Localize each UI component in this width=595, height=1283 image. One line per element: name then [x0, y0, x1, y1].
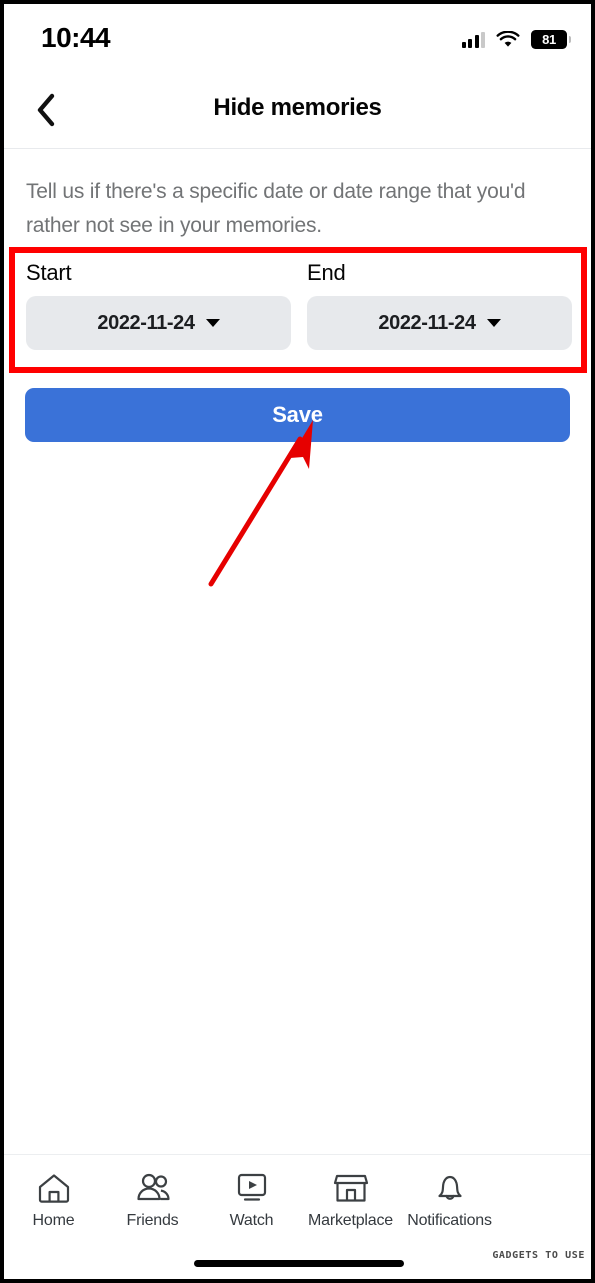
start-date-field[interactable]: 2022-11-24: [26, 296, 291, 350]
friends-icon: [135, 1169, 171, 1207]
status-bar-clock: 10:44: [41, 22, 111, 53]
save-button-label: Save: [272, 402, 323, 427]
nav-item-marketplace[interactable]: Marketplace: [302, 1169, 400, 1230]
save-button[interactable]: Save: [25, 388, 570, 442]
end-date-group: End 2022-11-24: [307, 259, 572, 350]
status-bar: 10:44 81: [4, 4, 591, 68]
cellular-signal-icon: [461, 31, 485, 48]
battery-icon: 81: [531, 30, 571, 49]
wifi-icon: [496, 30, 520, 47]
end-date-label: End: [307, 260, 346, 285]
start-date-label: Start: [26, 260, 72, 285]
back-button[interactable]: [26, 90, 66, 130]
marketplace-storefront-icon: [333, 1169, 369, 1207]
end-date-value: 2022-11-24: [378, 311, 476, 334]
nav-item-label: Home: [32, 1212, 75, 1229]
app-header: Hide memories: [4, 68, 591, 149]
nav-item-label: Watch: [229, 1212, 274, 1229]
date-range-row: Start 2022-11-24 End 2022-11-24: [26, 259, 572, 359]
nav-item-label: Marketplace: [308, 1212, 393, 1229]
end-date-field[interactable]: 2022-11-24: [307, 296, 572, 350]
watch-play-icon: [234, 1169, 270, 1207]
start-date-value: 2022-11-24: [97, 311, 195, 334]
bell-icon: [433, 1169, 467, 1207]
nav-item-friends[interactable]: Friends: [104, 1169, 202, 1230]
home-icon: [37, 1169, 71, 1207]
phone-screen: 10:44 81 Hide memories Tell us if there'…: [4, 4, 591, 1279]
home-indicator: [194, 1260, 404, 1267]
bottom-nav-items: Home Friends Watch Marketplace Notificat…: [4, 1169, 499, 1243]
nav-item-home[interactable]: Home: [5, 1169, 103, 1230]
nav-item-label: Friends: [126, 1212, 179, 1229]
nav-item-label: Notifications: [407, 1212, 492, 1229]
battery-level-label: 81: [542, 32, 556, 47]
back-chevron-icon: [37, 93, 55, 127]
start-date-group: Start 2022-11-24: [26, 259, 291, 350]
chevron-down-icon: [486, 319, 501, 327]
nav-item-watch[interactable]: Watch: [203, 1169, 301, 1230]
nav-item-notifications[interactable]: Notifications: [401, 1169, 499, 1230]
watermark: GADGETS TO USE: [492, 1250, 585, 1261]
page-title: Hide memories: [213, 94, 382, 121]
description-text: Tell us if there's a specific date or da…: [26, 180, 526, 237]
chevron-down-icon: [205, 319, 220, 327]
status-bar-icons: 81: [461, 30, 571, 49]
